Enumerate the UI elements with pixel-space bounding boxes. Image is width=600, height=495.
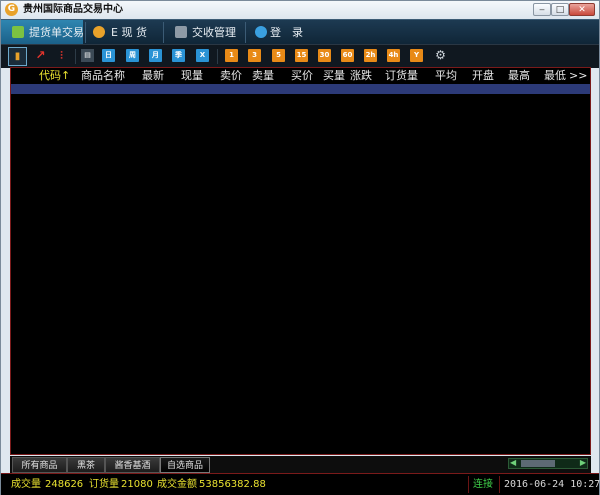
app-window: G 贵州国际商品交易中心 ‒ □ ✕ 提货单交易 E 现 货 交收管理 登 录 …	[0, 0, 600, 495]
nav-divider	[85, 22, 86, 43]
candlestick-icon[interactable]: ⫶	[55, 49, 68, 62]
period-x-button[interactable]: X	[196, 49, 209, 62]
nav-tab-settlement[interactable]: 交收管理	[167, 20, 239, 45]
col-ask-qty-header[interactable]: 卖量	[252, 68, 274, 84]
nav-tab-e-spot[interactable]: E 现 货	[87, 20, 157, 45]
minute-60-button[interactable]: 60	[341, 49, 354, 62]
toolbar-divider	[217, 49, 218, 64]
nav-tab-login[interactable]: 登 录	[249, 20, 309, 45]
market-tab-all[interactable]: 所有商品	[12, 457, 67, 473]
col-ask-header[interactable]: 卖价	[220, 68, 242, 84]
quote-list-icon[interactable]: ▮	[8, 47, 27, 66]
table-header: 代码↑ 商品名称 最新 现量 卖价 卖量 买价 买量 涨跌 订货量 平均 开盘 …	[11, 68, 590, 84]
col-name-header[interactable]: 商品名称	[81, 68, 125, 84]
col-change-header[interactable]: 涨跌	[350, 68, 372, 84]
scroll-left-icon[interactable]: ◀	[510, 458, 516, 467]
col-bid-qty-header[interactable]: 买量	[323, 68, 345, 84]
col-low-header[interactable]: 最低	[544, 68, 566, 84]
col-average-header[interactable]: 平均	[435, 68, 457, 84]
scroll-right-icon[interactable]: ▶	[580, 458, 586, 467]
market-tab-watchlist[interactable]: 自选商品	[160, 457, 210, 473]
minute-5-button[interactable]: 5	[272, 49, 285, 62]
period-month-button[interactable]: 月	[149, 49, 162, 62]
period-season-button[interactable]: 季	[172, 49, 185, 62]
status-divider	[468, 476, 469, 493]
e-coin-icon	[93, 26, 105, 38]
col-last-header[interactable]: 最新	[142, 68, 164, 84]
market-tabs: 所有商品 黑茶 酱香基酒 自选商品 ◀ ▶	[10, 456, 591, 473]
nav-tab-label: E 现 货	[111, 26, 147, 39]
col-order-qty-header[interactable]: 订货量	[385, 68, 418, 84]
minute-3-button[interactable]: 3	[248, 49, 261, 62]
hour-4-button[interactable]: 4h	[387, 49, 400, 62]
col-volume-now-header[interactable]: 现量	[181, 68, 203, 84]
hour-2-button[interactable]: 2h	[364, 49, 377, 62]
nav-tab-label: 提货单交易	[29, 26, 84, 39]
col-open-header[interactable]: 开盘	[472, 68, 494, 84]
amount-value: 53856382.88	[199, 479, 266, 490]
nav-tab-label: 交收管理	[192, 26, 236, 39]
connection-status: 连接	[473, 479, 493, 490]
gear-icon[interactable]: ⚙	[434, 49, 447, 62]
year-button[interactable]: Y	[410, 49, 423, 62]
handshake-icon	[175, 26, 187, 38]
nav-tab-delivery-trade[interactable]: 提货单交易	[1, 20, 84, 45]
app-logo-icon: G	[5, 3, 18, 16]
bar-chart-icon	[12, 26, 24, 38]
tick-chart-icon[interactable]: ▤	[81, 49, 94, 62]
nav-tab-label: 登 录	[270, 26, 303, 39]
toolbar-divider	[75, 49, 76, 64]
line-chart-icon[interactable]: ↗	[34, 49, 47, 62]
amount-label: 成交金额	[157, 479, 197, 490]
period-day-button[interactable]: 日	[102, 49, 115, 62]
col-high-header[interactable]: 最高	[508, 68, 530, 84]
minute-1-button[interactable]: 1	[225, 49, 238, 62]
horizontal-scrollbar[interactable]: ◀ ▶	[508, 458, 588, 469]
order-qty-value: 21080	[121, 479, 153, 490]
nav-divider	[163, 22, 164, 43]
market-tab-liquor[interactable]: 酱香基酒	[105, 457, 160, 473]
minute-30-button[interactable]: 30	[318, 49, 331, 62]
volume-value: 248626	[45, 479, 84, 490]
period-week-button[interactable]: 周	[126, 49, 139, 62]
window-title: 贵州国际商品交易中心	[23, 4, 123, 15]
status-bar: 成交量 248626 订货量 21080 成交金额 53856382.88 连接…	[1, 473, 600, 495]
nav-divider	[245, 22, 246, 43]
user-icon	[255, 26, 267, 38]
scrollbar-thumb[interactable]	[521, 460, 555, 467]
title-bar[interactable]: G 贵州国际商品交易中心 ‒ □ ✕	[1, 1, 599, 19]
chart-toolbar: ▮ ↗ ⫶ ▤ 日 周 月 季 X 1 3 5 15 30 60 2h 4h Y…	[1, 44, 599, 68]
main-nav: 提货单交易 E 现 货 交收管理 登 录	[1, 19, 599, 45]
status-divider	[499, 476, 500, 493]
market-tab-dark-tea[interactable]: 黑茶	[67, 457, 105, 473]
minute-15-button[interactable]: 15	[295, 49, 308, 62]
order-qty-label: 订货量	[89, 479, 119, 490]
more-columns-button[interactable]: >>	[569, 68, 587, 84]
volume-label: 成交量	[11, 479, 41, 490]
status-datetime: 2016-06-24 10:27	[504, 479, 600, 490]
selected-table-row[interactable]	[11, 84, 590, 94]
col-code-header[interactable]: 代码↑	[39, 68, 70, 84]
close-button[interactable]: ✕	[569, 3, 595, 16]
col-bid-header[interactable]: 买价	[291, 68, 313, 84]
maximize-button[interactable]: □	[551, 3, 569, 16]
minimize-button[interactable]: ‒	[533, 3, 551, 16]
quote-table: 代码↑ 商品名称 最新 现量 卖价 卖量 买价 买量 涨跌 订货量 平均 开盘 …	[10, 67, 591, 455]
